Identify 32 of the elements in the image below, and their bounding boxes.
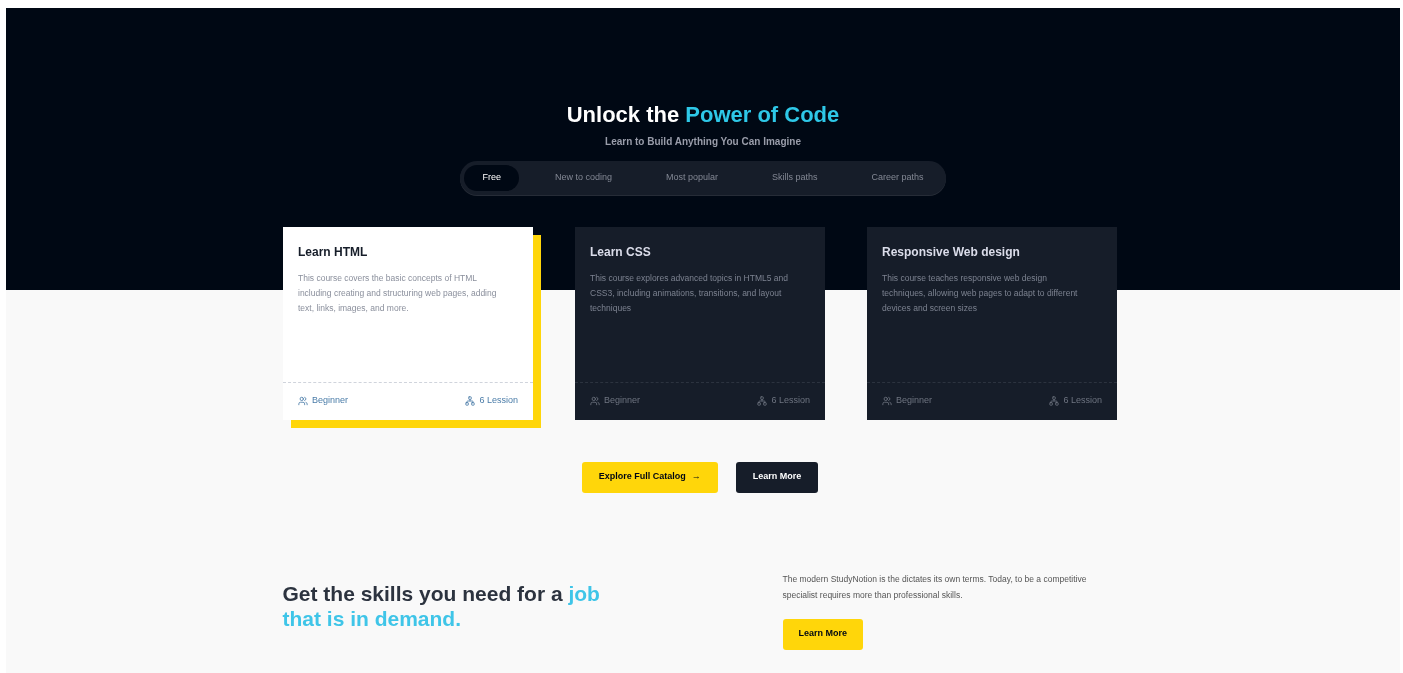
users-icon: [882, 396, 892, 406]
filter-tab[interactable]: Most popular: [648, 165, 736, 191]
course-title: Responsive Web design: [882, 243, 1021, 261]
hero-title: Unlock the Power of Code: [566, 101, 840, 129]
users-icon: [298, 396, 308, 406]
lesson-count: 6 Lession: [771, 394, 810, 408]
learn-more-button[interactable]: Learn More: [735, 461, 819, 493]
course-description: This course teaches responsive web design techniques, allowing web pages to adapt to different devices and screen sizes: [882, 271, 1079, 315]
course-title: Learn CSS: [590, 243, 652, 261]
skills-heading: Get the skills you need for a job that is in demand.: [282, 580, 601, 632]
course-description: This course explores advanced topics in HTML5 and CSS3, including animations, transitions, and layout techniques: [590, 271, 789, 315]
hierarchy-icon: [465, 396, 476, 406]
course-title: Learn HTML: [298, 243, 369, 261]
course-level: Beginner: [604, 394, 641, 408]
lesson-count: 6 Lession: [479, 394, 518, 408]
course-level: Beginner: [312, 394, 349, 408]
hierarchy-icon: [1049, 396, 1060, 406]
hero-subtitle: Learn to Build Anything You Can Imagine: [605, 135, 801, 149]
users-icon: [590, 396, 600, 406]
course-level: Beginner: [896, 394, 933, 408]
course-card[interactable]: Learn CSS This course explores advanced topics in HTML5 and CSS3, including animations, transitions, and layout techniques Beginner 6 Lession: [575, 226, 825, 420]
filter-tab[interactable]: New to coding: [536, 165, 630, 191]
filter-tab[interactable]: Free: [464, 165, 519, 191]
filter-tab[interactable]: Skills paths: [754, 165, 836, 191]
hierarchy-icon: [757, 396, 768, 406]
course-card[interactable]: Responsive Web design This course teaches responsive web design techniques, allowing web pages to adapt to different devices and screen sizes Beginner 6 Lession: [867, 226, 1117, 420]
catalog-button[interactable]: Explore Full Catalog →: [581, 461, 718, 493]
filter-tab[interactable]: Career paths: [853, 165, 942, 191]
course-description: This course covers the basic concepts of HTML including creating and structuring web pages, adding text, links, images, and more.: [298, 271, 498, 315]
learn-more-button[interactable]: Learn More: [782, 618, 863, 650]
lesson-count: 6 Lession: [1063, 394, 1102, 408]
skills-text: The modern StudyNotion is the dictates its own terms. Today, to be a competitive specialist requires more than professional skills.: [782, 572, 1088, 602]
